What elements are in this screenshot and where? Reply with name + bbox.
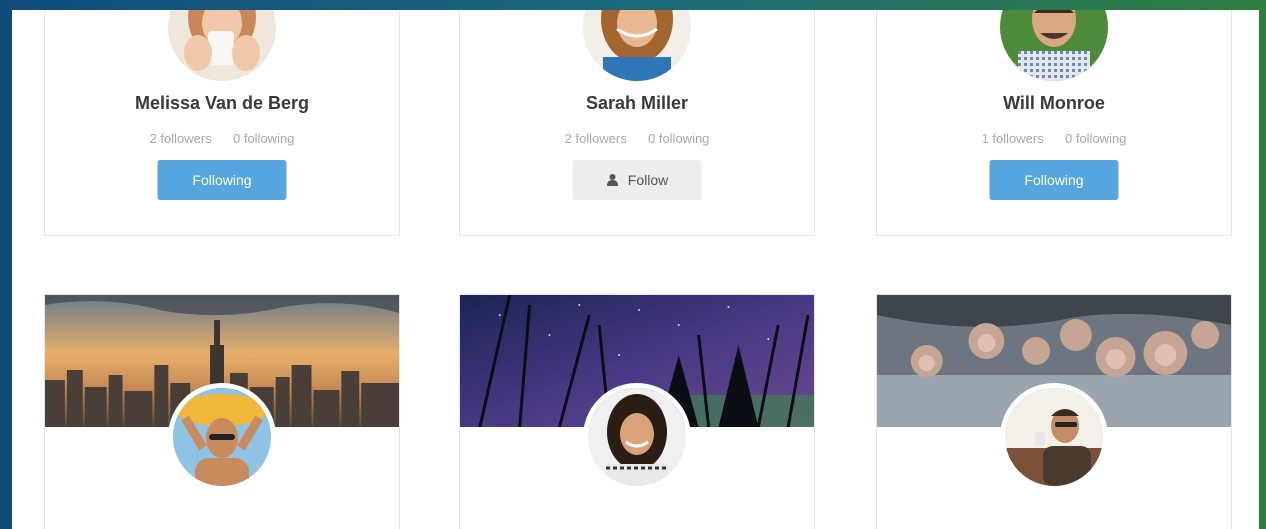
profile-stats: 1 followers 0 following	[877, 131, 1231, 146]
followers-count[interactable]: 2	[150, 131, 157, 146]
user-icon	[607, 174, 619, 186]
followers-label[interactable]: followers	[992, 131, 1043, 146]
profile-name[interactable]: Will Monroe	[877, 93, 1231, 114]
following-label[interactable]: following	[244, 131, 295, 146]
button-label: Following	[1024, 172, 1084, 188]
profile-name[interactable]: Melissa Van de Berg	[45, 93, 399, 114]
followers-label[interactable]: followers	[575, 131, 626, 146]
profile-stats: 2 followers 0 following	[460, 131, 814, 146]
following-count[interactable]: 0	[648, 131, 655, 146]
following-count[interactable]: 0	[1065, 131, 1072, 146]
avatar[interactable]	[168, 10, 276, 81]
profile-card: Will Monroe 1 followers 0 following Foll…	[876, 10, 1232, 236]
following-button[interactable]: Following	[989, 160, 1119, 200]
followers-count[interactable]: 2	[565, 131, 572, 146]
profile-stats: 2 followers 0 following	[45, 131, 399, 146]
followers-label[interactable]: followers	[160, 131, 211, 146]
following-button[interactable]: Following	[157, 160, 287, 200]
following-label[interactable]: following	[659, 131, 710, 146]
avatar[interactable]	[583, 10, 691, 81]
avatar[interactable]	[1000, 10, 1108, 81]
following-count[interactable]: 0	[233, 131, 240, 146]
avatar[interactable]	[1000, 383, 1108, 491]
profile-card: Melissa Van de Berg 2 followers 0 follow…	[44, 10, 400, 236]
following-label[interactable]: following	[1076, 131, 1127, 146]
followers-count[interactable]: 1	[982, 131, 989, 146]
profile-card: Sarah Miller 2 followers 0 following Fol…	[459, 10, 815, 236]
avatar[interactable]	[583, 383, 691, 491]
profile-name[interactable]: Sarah Miller	[460, 93, 814, 114]
profile-card	[44, 294, 400, 529]
avatar[interactable]	[168, 383, 276, 491]
profile-card	[459, 294, 815, 529]
button-label: Follow	[627, 172, 669, 188]
follow-button[interactable]: Follow	[572, 160, 702, 200]
profile-card	[876, 294, 1232, 529]
profile-grid: Melissa Van de Berg 2 followers 0 follow…	[12, 10, 1259, 529]
button-label: Following	[192, 172, 252, 188]
